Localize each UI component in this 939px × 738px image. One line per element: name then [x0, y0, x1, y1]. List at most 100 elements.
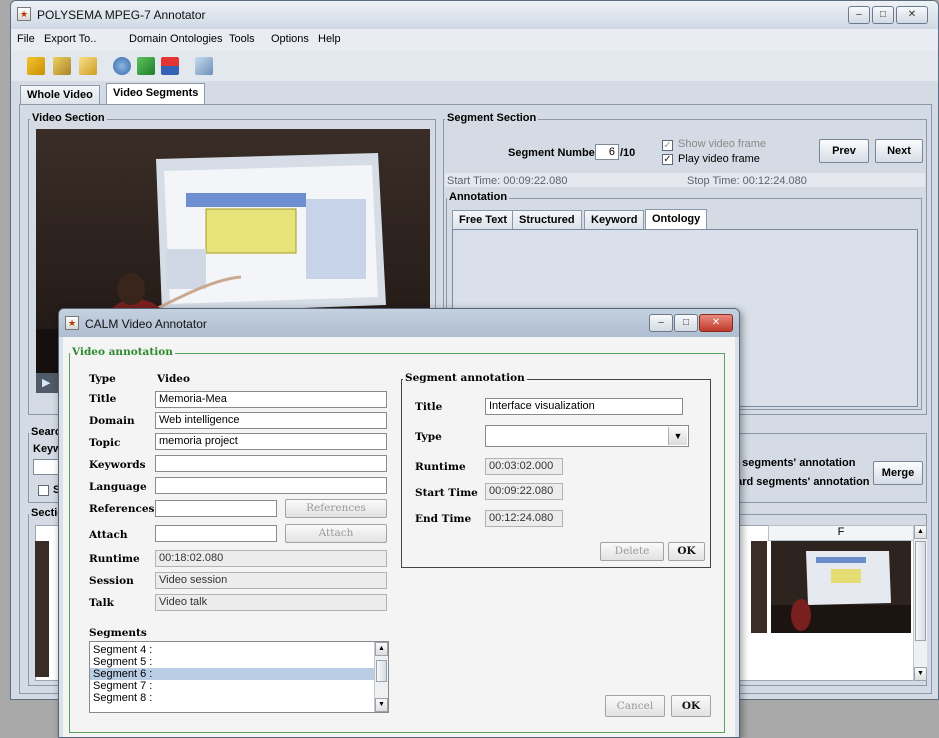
- close-button[interactable]: ✕: [896, 6, 928, 24]
- play-icon[interactable]: ▶: [42, 376, 50, 389]
- open-icon[interactable]: [27, 57, 45, 75]
- scroll-down-icon[interactable]: ▼: [375, 698, 388, 712]
- attach-input[interactable]: [155, 525, 277, 542]
- menu-tools[interactable]: Tools: [229, 33, 255, 45]
- next-button[interactable]: Next: [875, 139, 923, 163]
- references-label: References: [89, 503, 155, 515]
- thumbnail-a-partial: [35, 541, 49, 677]
- dialog-titlebar: ★ CALM Video Annotator ‒ □ ✕: [59, 309, 739, 337]
- menu-file[interactable]: File: [17, 33, 35, 45]
- list-item[interactable]: Segment 4 :: [90, 644, 388, 656]
- segment-total: /10: [620, 147, 636, 159]
- edit-icon[interactable]: [195, 57, 213, 75]
- show-video-frame-checkbox[interactable]: ✓: [662, 140, 673, 151]
- list-item[interactable]: Segment 5 :: [90, 656, 388, 668]
- prev-button[interactable]: Prev: [819, 139, 869, 163]
- segments-label: Segments: [89, 627, 147, 639]
- tab-ontology[interactable]: Ontology: [645, 209, 708, 231]
- java-app-icon: ★: [17, 7, 31, 21]
- menu-domain-ontologies[interactable]: Domain Ontologies: [129, 33, 223, 45]
- session-label: Session: [89, 575, 134, 587]
- scroll-down-icon[interactable]: ▼: [914, 667, 927, 681]
- language-label: Language: [89, 481, 147, 493]
- menu-options[interactable]: Options: [271, 33, 309, 45]
- menubar: File Export To.. Domain Ontologies Tools…: [11, 29, 938, 51]
- attach-button[interactable]: Attach: [285, 524, 387, 543]
- menu-help[interactable]: Help: [318, 33, 341, 45]
- scroll-up-icon[interactable]: ▲: [375, 642, 388, 656]
- runtime-label: Runtime: [89, 553, 140, 565]
- tab-free-text[interactable]: Free Text: [452, 210, 515, 230]
- language-input[interactable]: [155, 477, 387, 494]
- title-label: Title: [89, 393, 117, 405]
- segments-scrollbar[interactable]: ▲ ▼: [374, 642, 388, 712]
- segment-runtime-label: Runtime: [415, 461, 466, 473]
- list-item[interactable]: Segment 8 :: [90, 692, 388, 704]
- play-video-frame-checkbox[interactable]: ✓: [662, 154, 673, 165]
- segment-start-field: 00:09:22.080: [485, 483, 563, 500]
- refresh-icon[interactable]: [113, 57, 131, 75]
- segment-annotation-label: Segment annotation: [403, 372, 527, 384]
- topic-input[interactable]: memoria project: [155, 433, 387, 450]
- segment-ok-button[interactable]: OK: [668, 542, 705, 561]
- cancel-button[interactable]: Cancel: [605, 695, 665, 717]
- domain-input[interactable]: Web intelligence: [155, 412, 387, 429]
- type-value: Video: [157, 373, 190, 385]
- tab-video-segments[interactable]: Video Segments: [106, 83, 206, 105]
- menu-export-to[interactable]: Export To..: [44, 33, 96, 45]
- column-header-f: F: [768, 525, 914, 541]
- type-label: Type: [89, 373, 116, 385]
- export-icon[interactable]: [79, 57, 97, 75]
- talk-label: Talk: [89, 597, 114, 609]
- segment-number-input[interactable]: 6: [595, 144, 619, 160]
- scroll-thumb[interactable]: [915, 541, 926, 641]
- main-titlebar: ★ POLYSEMA MPEG-7 Annotator ‒ □ ✕: [11, 1, 938, 29]
- minimize-button[interactable]: ‒: [848, 6, 870, 24]
- delete-button[interactable]: Delete: [600, 542, 664, 561]
- stop-time-text: Stop Time: 00:12:24.080: [687, 175, 807, 187]
- sections-scrollbar[interactable]: ▲ ▼: [913, 525, 927, 681]
- dialog-maximize-button[interactable]: □: [674, 314, 698, 332]
- segment-runtime-field: 00:03:02.000: [485, 458, 563, 475]
- segment-number-label: Segment Number:: [508, 147, 603, 159]
- segment-end-label: End Time: [415, 513, 472, 525]
- chevron-down-icon[interactable]: ▼: [668, 427, 687, 445]
- dialog-minimize-button[interactable]: ‒: [649, 314, 673, 332]
- merge-option-label: rge segments' annotation: [722, 457, 856, 469]
- show-video-frame-label: Show video frame: [678, 138, 767, 150]
- thumbnail-f: [771, 541, 911, 633]
- segments-list[interactable]: Segment 4 : Segment 5 : Segment 6 : Segm…: [89, 641, 389, 713]
- tab-whole-video[interactable]: Whole Video: [20, 85, 100, 105]
- maximize-button[interactable]: □: [872, 6, 894, 24]
- toolbar: [11, 51, 938, 81]
- topic-label: Topic: [89, 437, 121, 449]
- segment-type-label: Type: [415, 431, 442, 443]
- list-item[interactable]: Segment 6 :: [90, 668, 388, 680]
- keywords-label: Keywords: [89, 459, 146, 471]
- segment-title-input[interactable]: Interface visualization: [485, 398, 683, 415]
- segment-title-label: Title: [415, 401, 443, 413]
- dialog-title: CALM Video Annotator: [85, 317, 207, 331]
- references-button[interactable]: References: [285, 499, 387, 518]
- ok-button[interactable]: OK: [671, 695, 711, 717]
- video-annotation-label: Video annotation: [70, 346, 175, 358]
- runtime-field: 00:18:02.080: [155, 550, 387, 567]
- tab-structured[interactable]: Structured: [512, 210, 582, 230]
- video-section-label: Video Section: [30, 112, 107, 124]
- list-item[interactable]: Segment 7 :: [90, 680, 388, 692]
- search-checkbox[interactable]: [38, 485, 49, 496]
- scroll-thumb[interactable]: [376, 660, 387, 682]
- references-input[interactable]: [155, 500, 277, 517]
- save-icon[interactable]: [53, 57, 71, 75]
- add-icon[interactable]: [137, 57, 155, 75]
- tab-keyword[interactable]: Keyword: [584, 210, 645, 230]
- domain-label: Domain: [89, 415, 135, 427]
- flag-icon[interactable]: [161, 57, 179, 75]
- scroll-up-icon[interactable]: ▲: [914, 525, 927, 539]
- dialog-close-button[interactable]: ✕: [699, 314, 733, 332]
- title-input[interactable]: Memoria-Mea: [155, 391, 387, 408]
- keywords-input[interactable]: [155, 455, 387, 472]
- segment-type-select[interactable]: [485, 425, 689, 447]
- calm-video-annotator-dialog: ★ CALM Video Annotator ‒ □ ✕ Video annot…: [58, 308, 740, 738]
- merge-button[interactable]: Merge: [873, 461, 923, 485]
